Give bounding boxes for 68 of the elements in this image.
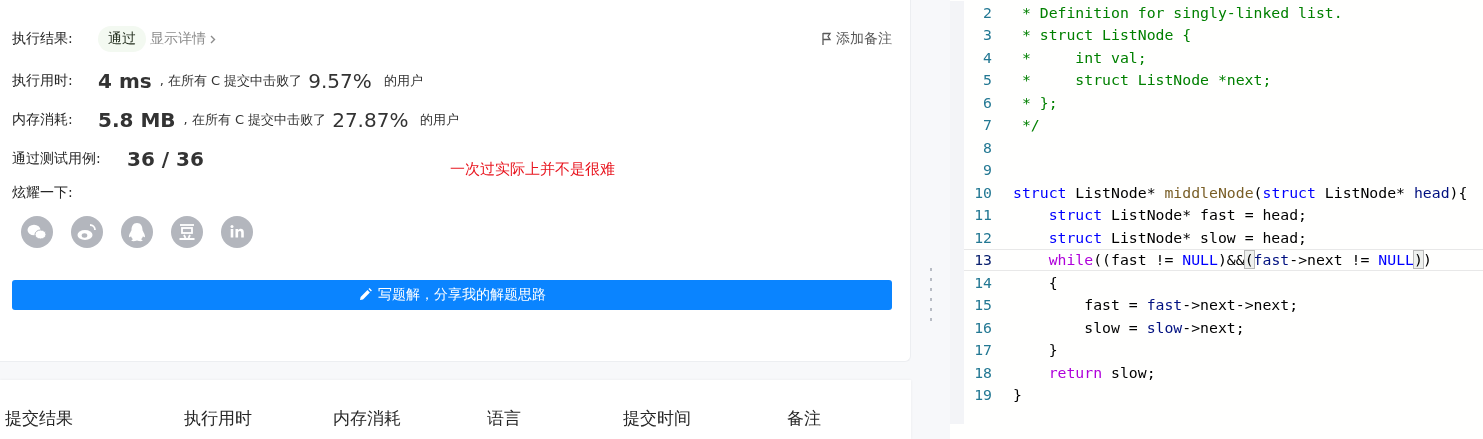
line-number: 4 — [982, 48, 992, 66]
tests-label: 通过测试用例: — [12, 149, 102, 168]
code-line: fast = fast->next->next; — [1083, 296, 1299, 314]
write-solution-button[interactable]: 写题解，分享我的解题思路 — [12, 280, 892, 310]
bean-glyph-icon[interactable] — [171, 216, 203, 248]
stat-value: 5.8 MB — [98, 107, 176, 132]
stat-percent: 27.87% — [332, 107, 409, 132]
line-number: 19 — [973, 386, 992, 404]
line-number: 13 — [973, 251, 992, 269]
code-line: slow = slow->next; — [1083, 318, 1245, 336]
linkedin-icon[interactable] — [221, 216, 253, 248]
code-line: struct ListNode* slow = head; — [1047, 228, 1307, 246]
add-note-button[interactable]: 添加备注 — [822, 30, 892, 48]
line-number: 9 — [982, 161, 992, 179]
flag-icon — [822, 32, 832, 46]
code-line: * struct ListNode *next; — [1020, 71, 1272, 89]
line-number: 8 — [982, 138, 992, 156]
stat-percent: 9.57% — [308, 68, 372, 93]
line-number: 6 — [982, 93, 992, 111]
stat-text: 的用户 — [383, 71, 423, 90]
line-number: 14 — [973, 273, 992, 291]
column-header: 执行用时 — [184, 407, 252, 430]
line-number: 10 — [973, 183, 992, 201]
column-header: 语言 — [487, 407, 521, 430]
line-number: 12 — [973, 228, 992, 246]
details-link[interactable]: 显示详情 — [150, 30, 206, 48]
code-line: * }; — [1020, 93, 1058, 111]
handwritten-note: 一次过实际上并不是很难 — [450, 160, 615, 179]
line-number: 5 — [982, 71, 992, 89]
line-number: 16 — [973, 318, 992, 336]
chat-bubbles-icon[interactable] — [21, 216, 53, 248]
code-line: while((fast != NULL)&&(fast->next != NULL)) — [1047, 251, 1432, 269]
eye-logo-icon[interactable] — [71, 216, 103, 248]
stat-label: 执行用时: — [12, 71, 74, 90]
line-number: 7 — [982, 116, 992, 134]
code-line: * struct ListNode { — [1020, 26, 1192, 44]
code-line: } — [1013, 386, 1022, 404]
stat-value: 4 ms — [98, 68, 152, 93]
chevron-right-icon — [210, 34, 216, 44]
status-label: 执行结果: — [12, 30, 74, 48]
column-header: 内存消耗 — [333, 407, 401, 430]
stat-label: 内存消耗: — [12, 110, 74, 129]
code-line: struct ListNode* middleNode(struct ListNode* head){ — [1013, 183, 1468, 201]
code-line: * int val; — [1020, 48, 1147, 66]
stat-text: , 在所有 C 提交中击败了 — [159, 71, 303, 90]
line-number: 15 — [973, 296, 992, 314]
share-label: 炫耀一下: — [12, 184, 73, 202]
column-header: 备注 — [787, 407, 821, 430]
line-number: 11 — [973, 206, 992, 224]
code-line: return slow; — [1047, 363, 1156, 381]
line-number: 3 — [982, 26, 992, 44]
column-header: 提交时间 — [623, 407, 691, 430]
line-number: 18 — [973, 363, 992, 381]
code-line: struct ListNode* fast = head; — [1047, 206, 1307, 224]
status-badge: 通过 — [98, 26, 146, 52]
column-header: 提交结果 — [5, 407, 73, 430]
tests-value: 36 / 36 — [127, 146, 204, 171]
drag-handle-icon[interactable] — [928, 268, 933, 324]
stat-text: 的用户 — [420, 110, 460, 129]
code-line: } — [1047, 341, 1058, 359]
line-number: 17 — [973, 341, 992, 359]
pencil-icon — [358, 288, 372, 302]
penguin-icon[interactable] — [121, 216, 153, 248]
stat-text: , 在所有 C 提交中击败了 — [183, 110, 327, 129]
line-number: 2 — [982, 3, 992, 21]
code-line: * Definition for singly-linked list. — [1020, 3, 1343, 21]
code-line: { — [1047, 273, 1058, 291]
code-line: */ — [1020, 116, 1040, 134]
